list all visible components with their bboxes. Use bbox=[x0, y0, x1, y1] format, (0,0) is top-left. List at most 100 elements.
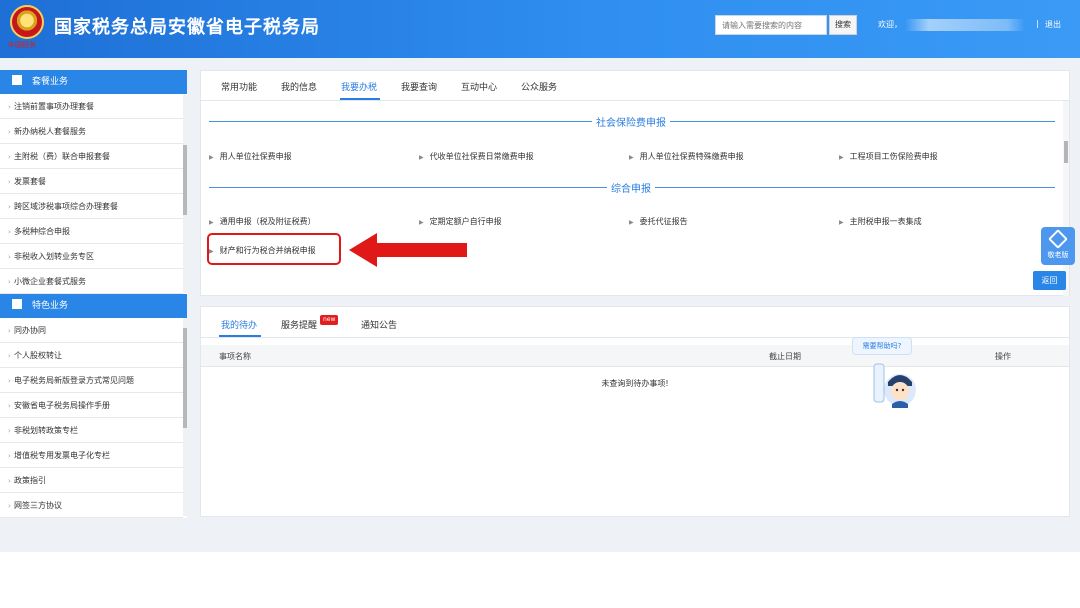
triangle-right-icon: ▶ bbox=[209, 219, 214, 226]
tab-notice[interactable]: 通知公告 bbox=[361, 318, 397, 331]
diamond-icon bbox=[1048, 229, 1068, 249]
active-tab-indicator bbox=[340, 98, 380, 100]
sidebar-item[interactable]: › 非税划转政策专栏 bbox=[0, 418, 183, 443]
sidebar-item[interactable]: › 发票套餐 bbox=[0, 169, 183, 194]
sidebar-item[interactable]: › 小微企业套餐式服务 bbox=[0, 269, 183, 294]
tab-service-reminder[interactable]: 服务提醒 bbox=[281, 318, 317, 331]
sidebar-section-title: 特色业务 bbox=[32, 301, 69, 311]
scrollbar-thumb[interactable] bbox=[183, 328, 187, 428]
link-label: 工程项目工伤保险费申报 bbox=[849, 152, 938, 161]
assistant-avatar-icon[interactable] bbox=[870, 360, 918, 410]
search-button[interactable]: 搜索 bbox=[829, 15, 857, 35]
link-item[interactable]: ▶ 主附税申报一表集成 bbox=[839, 216, 922, 227]
sidebar-item[interactable]: › 主附税（费）联合申报套餐 bbox=[0, 144, 183, 169]
main-tabs: 常用功能 我的信息 我要办税 我要查询 互动中心 公众服务 bbox=[201, 71, 1069, 101]
link-label: 委托代征报告 bbox=[639, 217, 688, 226]
tab-query[interactable]: 我要查询 bbox=[401, 80, 437, 93]
sidebar-item-label: 注销前置事项办理套餐 bbox=[14, 102, 94, 111]
link-label: 主附税申报一表集成 bbox=[849, 217, 922, 226]
highlight-box bbox=[207, 233, 341, 265]
link-item[interactable]: ▶ 工程项目工伤保险费申报 bbox=[839, 151, 938, 162]
tab-common[interactable]: 常用功能 bbox=[221, 80, 257, 93]
tab-public-service[interactable]: 公众服务 bbox=[521, 80, 557, 93]
tax-emblem-icon bbox=[10, 5, 44, 39]
link-label: 通用申报（税及附征税费） bbox=[219, 217, 316, 226]
link-label: 定期定额户自行申报 bbox=[429, 217, 502, 226]
sidebar-item[interactable]: › 安徽省电子税务局操作手册 bbox=[0, 393, 183, 418]
sidebar-section-package[interactable]: 套餐业务 bbox=[0, 70, 187, 94]
link-item[interactable]: ▶ 定期定额户自行申报 bbox=[419, 216, 502, 227]
sidebar-item[interactable]: › 注销前置事项办理套餐 bbox=[0, 94, 183, 119]
sidebar-item[interactable]: › 电子税务局新版登录方式常见问题 bbox=[0, 368, 183, 393]
sidebar-item-label: 新办纳税人套餐服务 bbox=[14, 127, 86, 136]
tab-do-tax[interactable]: 我要办税 bbox=[341, 80, 377, 93]
link-item[interactable]: ▶ 通用申报（税及附征税费） bbox=[209, 216, 316, 227]
elder-mode-button[interactable]: 敬老版 bbox=[1041, 227, 1075, 265]
elder-mode-label: 敬老版 bbox=[1047, 251, 1069, 259]
sidebar-item[interactable]: › 网签三方协议 bbox=[0, 493, 183, 518]
scrollbar-thumb[interactable] bbox=[183, 145, 187, 215]
scrollbar-thumb[interactable] bbox=[1064, 141, 1068, 163]
sidebar-item[interactable]: › 政策指引 bbox=[0, 468, 183, 493]
sidebar-item-label: 个人股权转让 bbox=[14, 351, 62, 360]
sidebar-scrollbar[interactable] bbox=[183, 95, 187, 293]
link-label: 代收单位社保费日常缴费申报 bbox=[429, 152, 534, 161]
empty-message: 未查询到待办事项! bbox=[601, 379, 669, 388]
link-item[interactable]: ▶ 代收单位社保费日常缴费申报 bbox=[419, 151, 534, 162]
sidebar-list-package: › 注销前置事项办理套餐 › 新办纳税人套餐服务 › 主附税（费）联合申报套餐 › 发票… bbox=[0, 94, 183, 294]
group-title-social-insurance: 社会保险费申报 bbox=[592, 114, 670, 129]
link-item[interactable]: ▶ 用人单位社保费申报 bbox=[209, 151, 292, 162]
sidebar-section-featured[interactable]: 特色业务 bbox=[0, 294, 187, 318]
sidebar-item-label: 跨区域涉税事项综合办理套餐 bbox=[14, 202, 118, 211]
sidebar-item-label: 多税种综合申报 bbox=[14, 227, 70, 236]
triangle-right-icon: ▶ bbox=[839, 154, 844, 161]
triangle-right-icon: ▶ bbox=[419, 219, 424, 226]
search-input[interactable] bbox=[715, 15, 827, 35]
todo-tabs: 我的待办 服务提醒 new 通知公告 bbox=[201, 307, 1069, 338]
sidebar-item[interactable]: › 新办纳税人套餐服务 bbox=[0, 119, 183, 144]
site-title: 国家税务总局安徽省电子税务局 bbox=[54, 17, 320, 38]
link-item[interactable]: ▶ 用人单位社保费特殊缴费申报 bbox=[629, 151, 744, 162]
column-header: 截止日期 bbox=[769, 352, 801, 361]
group-title-comprehensive: 综合申报 bbox=[607, 180, 655, 195]
link-label: 用人单位社保费申报 bbox=[219, 152, 292, 161]
page-frame: 中国税务 国家税务总局安徽省电子税务局 搜索 欢迎， | 退出 套餐业务 ›注销… bbox=[0, 0, 1080, 552]
sidebar-item[interactable]: › 增值税专用发票电子化专栏 bbox=[0, 443, 183, 468]
triangle-right-icon: ▶ bbox=[419, 154, 424, 161]
tab-my-todo[interactable]: 我的待办 bbox=[221, 318, 257, 331]
sidebar-item[interactable]: › 同办协同 bbox=[0, 318, 183, 343]
todo-panel: 我的待办 服务提醒 new 通知公告 事项名称 截止日期 操作 未查询到待办事项… bbox=[200, 306, 1070, 517]
sidebar-item-label: 非税划转政策专栏 bbox=[14, 426, 78, 435]
triangle-right-icon: ▶ bbox=[629, 154, 634, 161]
layers-icon bbox=[12, 75, 22, 85]
sidebar-item-label: 非税收入划转业务专区 bbox=[14, 252, 94, 261]
sidebar-item[interactable]: › 个人股权转让 bbox=[0, 343, 183, 368]
tab-interaction[interactable]: 互动中心 bbox=[461, 80, 497, 93]
emblem-script-logo: 中国税务 bbox=[8, 41, 36, 49]
sidebar-item-label: 安徽省电子税务局操作手册 bbox=[14, 401, 110, 410]
sidebar-item-label: 增值税专用发票电子化专栏 bbox=[14, 451, 110, 460]
triangle-right-icon: ▶ bbox=[839, 219, 844, 226]
grid-icon bbox=[12, 299, 22, 309]
new-badge: new bbox=[320, 315, 339, 325]
welcome-text: 欢迎， bbox=[878, 20, 902, 29]
sidebar-item-label: 政策指引 bbox=[14, 476, 46, 485]
sidebar-item[interactable]: › 非税收入划转业务专区 bbox=[0, 244, 183, 269]
triangle-right-icon: ▶ bbox=[629, 219, 634, 226]
sidebar-item[interactable]: › 跨区域涉税事项综合办理套餐 bbox=[0, 194, 183, 219]
logout-link[interactable]: 退出 bbox=[1045, 19, 1061, 30]
panel-scrollbar[interactable] bbox=[1063, 101, 1069, 296]
link-label: 用人单位社保费特殊缴费申报 bbox=[639, 152, 744, 161]
active-tab-indicator bbox=[219, 335, 261, 337]
sidebar-item-label: 电子税务局新版登录方式常见问题 bbox=[14, 376, 134, 385]
sidebar-list-featured: › 同办协同 › 个人股权转让 › 电子税务局新版登录方式常见问题 › 安徽省电子税务局… bbox=[0, 318, 183, 518]
help-bubble[interactable]: 需要帮助吗? bbox=[852, 337, 912, 355]
back-button[interactable]: 返回 bbox=[1033, 271, 1066, 290]
sidebar-item[interactable]: › 多税种综合申报 bbox=[0, 219, 183, 244]
username-blurred bbox=[905, 19, 1025, 31]
sidebar-scrollbar[interactable] bbox=[183, 318, 187, 516]
header-bar: 中国税务 国家税务总局安徽省电子税务局 搜索 欢迎， | 退出 bbox=[0, 0, 1080, 58]
tab-my-info[interactable]: 我的信息 bbox=[281, 80, 317, 93]
link-item[interactable]: ▶ 委托代征报告 bbox=[629, 216, 688, 227]
sidebar-item-label: 小微企业套餐式服务 bbox=[14, 277, 86, 286]
